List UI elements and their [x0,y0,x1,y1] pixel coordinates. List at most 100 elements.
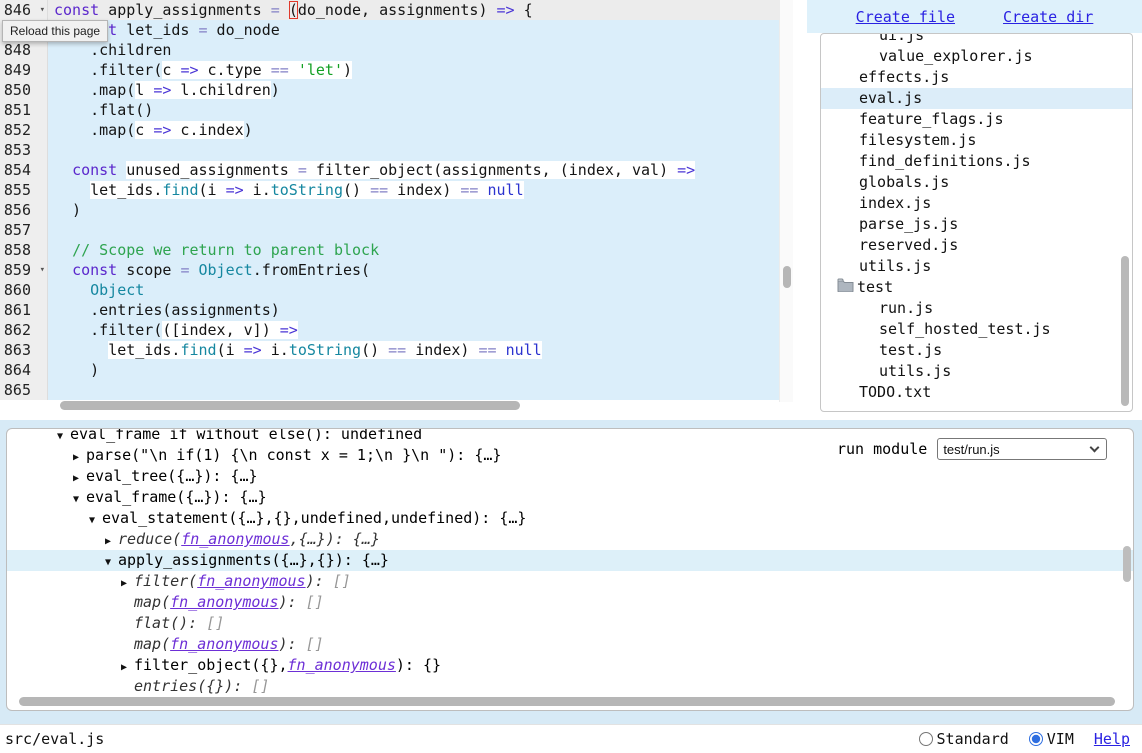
file-item[interactable]: effects.js [821,67,1132,88]
collapse-arrow-icon[interactable]: ▼ [105,552,118,573]
code-line[interactable]: 860 Object [0,280,779,300]
fn-anonymous-link[interactable]: fn_anonymous [288,656,396,674]
code-line[interactable]: 859▾ const scope = Object.fromEntries( [0,260,779,280]
standard-mode-option[interactable]: Standard [919,730,1009,748]
call-tree-row[interactable]: ▼eval_statement({…},{},undefined,undefin… [7,508,1133,529]
tree-text: eval_statement({…},{},undefined,undefine… [102,509,526,527]
expand-arrow-icon[interactable]: ▶ [121,657,134,678]
code-token: ) [271,81,280,99]
create-file-link[interactable]: Create file [856,8,955,26]
code-token: c [135,121,153,139]
fn-anonymous-link[interactable]: fn_anonymous [197,572,305,590]
code-line[interactable]: 861 .entries(assignments) [0,300,779,320]
call-tree-row[interactable]: flat(): [] [7,613,1133,634]
code-line[interactable]: 848 .children [0,40,779,60]
code-line[interactable]: 852 .map(c => c.index) [0,120,779,140]
code-token: const [72,261,117,279]
code-line[interactable]: 862 .filter(([index, v]) => [0,320,779,340]
code-token: => [153,121,171,139]
code-token: let_ids [117,21,198,39]
call-tree-row[interactable]: entries({}): [] [7,676,1133,697]
expand-arrow-icon[interactable]: ▶ [105,531,118,552]
file-item[interactable]: globals.js [821,172,1132,193]
folder-item[interactable]: test [821,277,1132,298]
code-text: .children [48,40,779,60]
code-line[interactable]: 856 ) [0,200,779,220]
editor-horizontal-scrollbar[interactable] [60,401,520,410]
vim-mode-radio[interactable] [1029,732,1043,746]
file-item[interactable]: test.js [821,340,1132,361]
file-item[interactable]: index.js [821,193,1132,214]
run-module-select[interactable]: test/run.js [937,438,1107,460]
file-item[interactable]: parse_js.js [821,214,1132,235]
code-line[interactable]: 864 ) [0,360,779,380]
code-line[interactable]: 851 .flat() [0,100,779,120]
code-line[interactable]: 850 .map(l => l.children) [0,80,779,100]
standard-mode-label: Standard [937,730,1009,748]
call-tree-row[interactable]: map(fn_anonymous): [] [7,634,1133,655]
file-item[interactable]: ui.js [821,33,1132,46]
line-number: 863 [0,340,48,360]
code-line[interactable]: 854 const unused_assignments = filter_ob… [0,160,779,180]
file-item[interactable]: find_definitions.js [821,151,1132,172]
call-tree-row[interactable]: ▶filter(fn_anonymous): [] [7,571,1133,592]
call-tree-row[interactable]: ▶filter_object({},fn_anonymous): {} [7,655,1133,676]
call-tree-row[interactable]: ▼apply_assignments({…},{}): {…} [7,550,1133,571]
code-line[interactable]: 847 const let_ids = do_node [0,20,779,40]
code-text: .map(c => c.index) [48,120,779,140]
call-tree-row[interactable]: ▼eval_frame({…}): {…} [7,487,1133,508]
file-item[interactable]: TODO.txt [821,382,1132,403]
collapse-arrow-icon[interactable]: ▼ [73,489,86,510]
file-item[interactable]: feature_flags.js [821,109,1132,130]
call-tree-row[interactable]: ▶reduce(fn_anonymous,{…}): {…} [7,529,1133,550]
fn-anonymous-link[interactable]: fn_anonymous [170,635,278,653]
code-line[interactable]: 865 [0,380,779,400]
fn-anonymous-link[interactable]: fn_anonymous [181,530,289,548]
expand-arrow-icon[interactable]: ▶ [73,447,86,468]
help-link[interactable]: Help [1094,730,1130,748]
fn-anonymous-link[interactable]: fn_anonymous [170,593,278,611]
code-text: Object [48,280,779,300]
file-item[interactable]: filesystem.js [821,130,1132,151]
code-line[interactable]: 855 let_ids.find(i => i.toString() == in… [0,180,779,200]
standard-mode-radio[interactable] [919,732,933,746]
vim-mode-option[interactable]: VIM [1029,730,1074,748]
code-line[interactable]: 863 let_ids.find(i => i.toString() == in… [0,340,779,360]
collapse-arrow-icon[interactable]: ▼ [57,428,70,447]
scrollbar-thumb[interactable] [783,266,791,288]
file-item[interactable]: run.js [821,298,1132,319]
file-item[interactable]: self_hosted_test.js [821,319,1132,340]
code-token: do_node, assignments) [298,1,497,19]
file-item[interactable]: utils.js [821,256,1132,277]
call-tree-row[interactable]: map(fn_anonymous): [] [7,592,1133,613]
code-line[interactable]: 853 [0,140,779,160]
tree-text: ): [279,635,306,653]
code-line[interactable]: 857 [0,220,779,240]
code-token [280,1,289,19]
calltree-vertical-scrollbar[interactable] [1123,546,1131,582]
calltree-horizontal-scrollbar[interactable] [19,697,1115,706]
editor-vertical-scrollbar[interactable] [779,0,793,402]
code-line[interactable]: 849 .filter(c => c.type == 'let') [0,60,779,80]
call-tree-row[interactable]: ▶eval_tree({…}): {…} [7,466,1133,487]
expand-arrow-icon[interactable]: ▶ [121,573,134,594]
fold-arrow-icon[interactable]: ▾ [40,0,45,20]
tree-text: apply_assignments({…},{}): {…} [118,551,389,569]
file-item[interactable]: utils.js [821,361,1132,382]
file-item[interactable]: value_explorer.js [821,46,1132,67]
file-item[interactable]: reserved.js [821,235,1132,256]
code-token: => [677,161,695,179]
tree-text: flat(): [134,614,206,632]
file-item[interactable]: eval.js [821,88,1132,109]
code-token: index) [406,341,478,359]
code-line[interactable]: 846▾const apply_assignments = (do_node, … [0,0,779,20]
fold-arrow-icon[interactable]: ▾ [40,260,45,280]
collapse-arrow-icon[interactable]: ▼ [89,510,102,531]
expand-arrow-icon[interactable]: ▶ [73,468,86,489]
create-dir-link[interactable]: Create dir [1003,8,1093,26]
code-line[interactable]: 858 // Scope we return to parent block [0,240,779,260]
file-list-scrollbar-thumb[interactable] [1121,256,1129,406]
code-token: const [54,1,99,19]
code-text: ) [48,200,779,220]
code-editor[interactable]: 846▾const apply_assignments = (do_node, … [0,0,793,412]
